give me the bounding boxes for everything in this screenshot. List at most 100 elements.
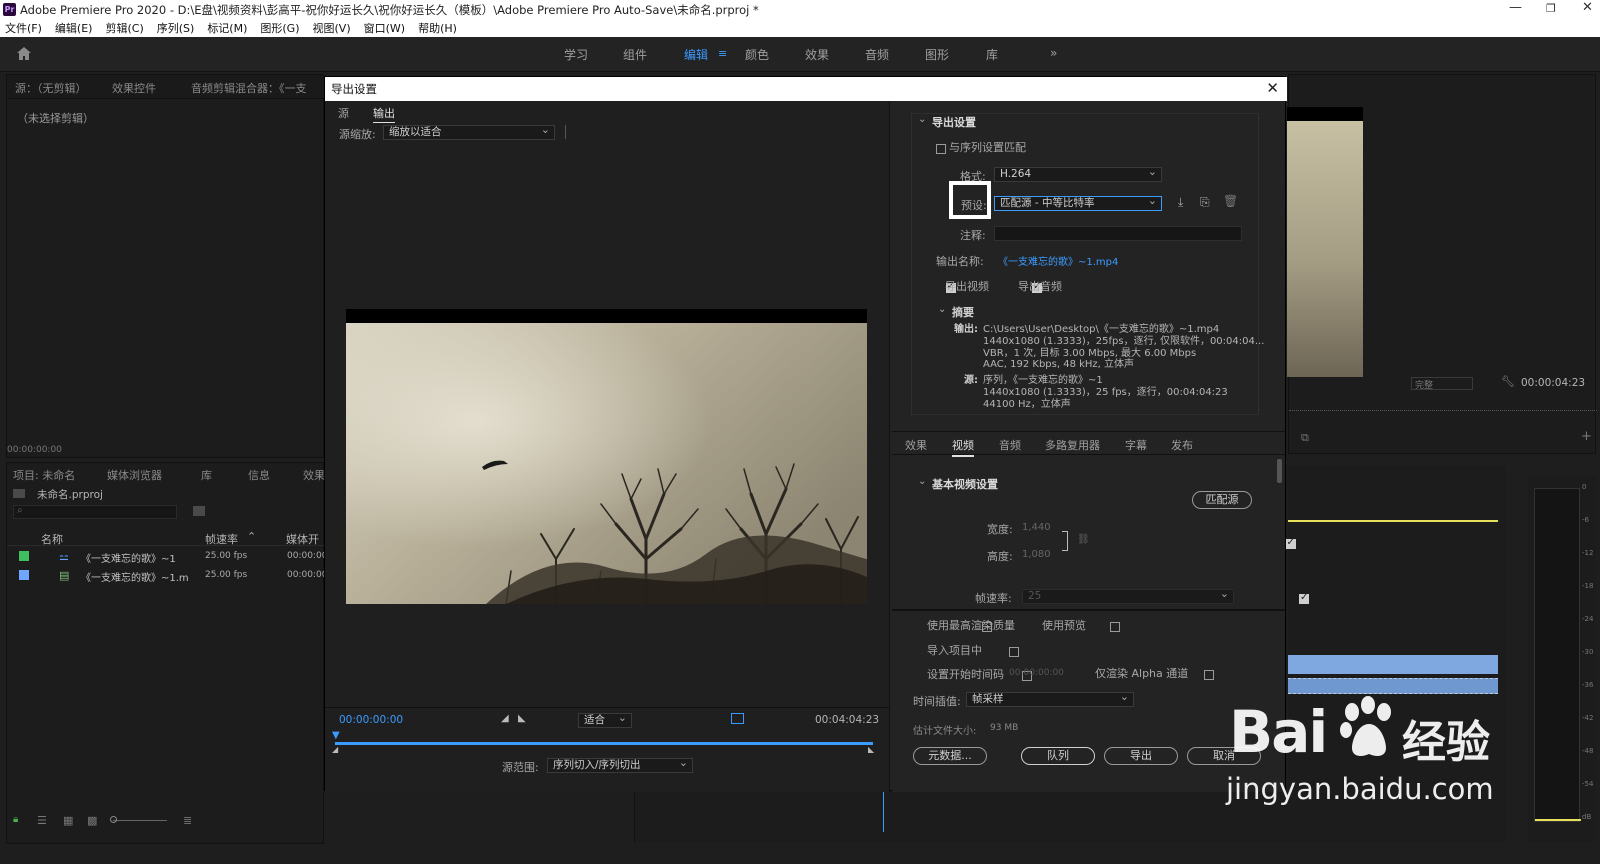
column-media-start[interactable]: 媒体开 bbox=[286, 531, 319, 547]
match-size-checkbox[interactable] bbox=[1285, 537, 1296, 549]
workspace-tab-editing[interactable]: 编辑 bbox=[684, 46, 708, 63]
freeform-view-icon[interactable]: ▩ bbox=[87, 814, 97, 827]
sort-icons-icon[interactable]: ≣ bbox=[183, 814, 192, 827]
home-icon[interactable] bbox=[16, 46, 32, 61]
save-preset-icon[interactable]: ⤓ bbox=[1178, 195, 1183, 210]
render-alpha-only-checkbox[interactable] bbox=[1203, 670, 1214, 680]
preview-current-timecode[interactable]: 00:00:00:00 bbox=[339, 714, 403, 726]
time-interpolation-dropdown[interactable]: 帧采样 bbox=[966, 690, 1134, 707]
tab-source[interactable]: 源 bbox=[338, 105, 349, 121]
new-bin-icon[interactable] bbox=[193, 506, 205, 516]
comments-input[interactable] bbox=[994, 226, 1242, 241]
audio-clip-a1[interactable] bbox=[1288, 655, 1498, 674]
workspace-tab-color[interactable]: 颜色 bbox=[745, 46, 769, 63]
minimize-button[interactable]: — bbox=[1509, 0, 1522, 15]
menu-window[interactable]: 窗口(W) bbox=[364, 20, 405, 36]
dialog-close-button[interactable]: ✕ bbox=[1266, 79, 1279, 97]
program-ruler[interactable] bbox=[1289, 403, 1597, 411]
audio-clip-mixer-tab[interactable]: 音频剪辑混合器：《一支 bbox=[191, 80, 307, 96]
menu-clip[interactable]: 剪辑(C) bbox=[105, 20, 143, 36]
menu-view[interactable]: 视图(V) bbox=[313, 20, 351, 36]
metadata-button[interactable]: 元数据... bbox=[913, 747, 987, 765]
source-range-dropdown[interactable]: 序列切入/序列切出 bbox=[547, 756, 693, 773]
menu-markers[interactable]: 标记(M) bbox=[207, 20, 247, 36]
menu-sequence[interactable]: 序列(S) bbox=[157, 20, 195, 36]
match-sequence-checkbox[interactable] bbox=[936, 144, 946, 154]
source-scaling-dropdown[interactable]: 缩放以适合 bbox=[383, 123, 555, 140]
media-browser-tab[interactable]: 媒体浏览器 bbox=[107, 467, 162, 483]
effect-controls-tab[interactable]: 效果控件 bbox=[112, 80, 156, 96]
aspect-correction-icon[interactable] bbox=[731, 713, 744, 724]
delete-preset-icon[interactable]: 🗑︎ bbox=[1223, 194, 1238, 208]
tab-multiplexer[interactable]: 多路复用器 bbox=[1045, 437, 1100, 453]
frame-rate-dropdown[interactable]: 25 bbox=[1022, 587, 1234, 604]
zoom-slider-handle[interactable] bbox=[110, 816, 117, 823]
preview-playhead-icon[interactable]: ▼ bbox=[332, 730, 340, 741]
workspace-tab-learning[interactable]: 学习 bbox=[564, 46, 588, 63]
info-tab[interactable]: 信息 bbox=[248, 467, 270, 483]
workspace-menu-icon[interactable]: ≡ bbox=[718, 47, 727, 60]
range-out-marker-icon[interactable]: ◣ bbox=[868, 745, 874, 754]
match-frame-rate-checkbox[interactable] bbox=[1299, 592, 1309, 604]
program-fit-dropdown[interactable]: 完整 bbox=[1411, 377, 1473, 391]
set-in-point-icon[interactable]: ◢ bbox=[501, 713, 509, 724]
menu-edit[interactable]: 编辑(E) bbox=[55, 20, 93, 36]
label-color-swatch[interactable] bbox=[19, 570, 29, 580]
tab-video[interactable]: 视频 bbox=[952, 437, 974, 457]
column-name[interactable]: 名称 bbox=[41, 531, 63, 547]
tab-captions[interactable]: 字幕 bbox=[1125, 437, 1147, 453]
tab-output[interactable]: 输出 bbox=[373, 105, 395, 123]
label-color-swatch[interactable] bbox=[19, 551, 29, 561]
settings-scrollbar[interactable] bbox=[1277, 459, 1282, 483]
use-previews-checkbox[interactable] bbox=[1110, 622, 1120, 632]
match-source-button[interactable]: 匹配源 bbox=[1192, 491, 1252, 509]
lock-icon[interactable]: 🔒︎ bbox=[13, 814, 18, 825]
tab-audio[interactable]: 音频 bbox=[999, 437, 1021, 453]
workspace-tab-graphics[interactable]: 图形 bbox=[925, 46, 949, 63]
wrench-icon[interactable]: 🔧︎ bbox=[1501, 375, 1515, 388]
table-row[interactable]: ⚍ 《一支难忘的歌》~1 25.00 fps 00:00:00 bbox=[7, 548, 327, 566]
icon-view-icon[interactable]: ▦ bbox=[63, 814, 73, 827]
effects-tab[interactable]: 效果 bbox=[303, 467, 325, 483]
queue-button[interactable]: 队列 bbox=[1021, 747, 1095, 765]
maximize-button[interactable]: ❐ bbox=[1546, 2, 1556, 15]
constrain-proportions-icon[interactable]: ⛓︎ bbox=[1077, 534, 1090, 545]
workspace-tab-libraries[interactable]: 库 bbox=[986, 46, 998, 63]
preview-fit-dropdown[interactable]: 适合 bbox=[578, 711, 632, 728]
zoom-slider[interactable] bbox=[113, 820, 167, 821]
sort-ascending-icon[interactable]: ⌃ bbox=[247, 530, 256, 543]
project-tab[interactable]: 项目: 未命名 bbox=[13, 467, 75, 483]
range-in-marker-icon[interactable]: ◢ bbox=[332, 745, 338, 754]
set-out-point-icon[interactable]: ◣ bbox=[518, 713, 526, 724]
summary-chevron-icon[interactable]: ⌄ bbox=[938, 304, 946, 315]
collapse-chevron-icon[interactable]: ⌄ bbox=[918, 114, 926, 125]
output-name-link[interactable]: 《一支难忘的歌》~1.mp4 bbox=[998, 253, 1118, 268]
project-search-input[interactable]: ⌕ bbox=[13, 505, 177, 519]
tab-effects[interactable]: 效果 bbox=[905, 437, 927, 453]
add-button-icon[interactable]: + bbox=[1581, 429, 1592, 444]
import-preset-icon[interactable]: ⎘ bbox=[1200, 195, 1210, 210]
preview-timeline-bar[interactable] bbox=[335, 742, 873, 745]
menu-help[interactable]: 帮助(H) bbox=[418, 20, 457, 36]
export-frame-icon[interactable]: ⧉ bbox=[1301, 431, 1309, 445]
menu-file[interactable]: 文件(F) bbox=[5, 20, 42, 36]
height-value[interactable]: 1,080 bbox=[1022, 549, 1051, 560]
column-frame-rate[interactable]: 帧速率 bbox=[205, 531, 238, 547]
audio-clip-a2[interactable] bbox=[1288, 678, 1498, 694]
start-timecode-value[interactable]: 00:00:00:00 bbox=[1009, 668, 1064, 678]
workspace-tab-effects[interactable]: 效果 bbox=[805, 46, 829, 63]
list-view-icon[interactable]: ☰ bbox=[37, 814, 47, 827]
width-value[interactable]: 1,440 bbox=[1022, 522, 1051, 533]
import-into-project-checkbox[interactable] bbox=[1008, 647, 1019, 657]
preset-dropdown[interactable]: 匹配源 - 中等比特率 bbox=[994, 194, 1162, 211]
workspace-tab-assembly[interactable]: 组件 bbox=[623, 46, 647, 63]
workspace-overflow-button[interactable]: » bbox=[1050, 46, 1057, 60]
timeline-playhead[interactable] bbox=[883, 792, 884, 832]
libraries-tab[interactable]: 库 bbox=[201, 467, 212, 483]
workspace-tab-audio[interactable]: 音频 bbox=[865, 46, 889, 63]
table-row[interactable]: ▤ 《一支难忘的歌》~1.m 25.00 fps 00:00:00 bbox=[7, 567, 327, 585]
format-dropdown[interactable]: H.264 bbox=[994, 165, 1162, 182]
source-tab[interactable]: 源：（无剪辑） bbox=[15, 80, 87, 96]
close-window-button[interactable]: ✕ bbox=[1582, 0, 1593, 15]
menu-graphics[interactable]: 图形(G) bbox=[260, 20, 299, 36]
